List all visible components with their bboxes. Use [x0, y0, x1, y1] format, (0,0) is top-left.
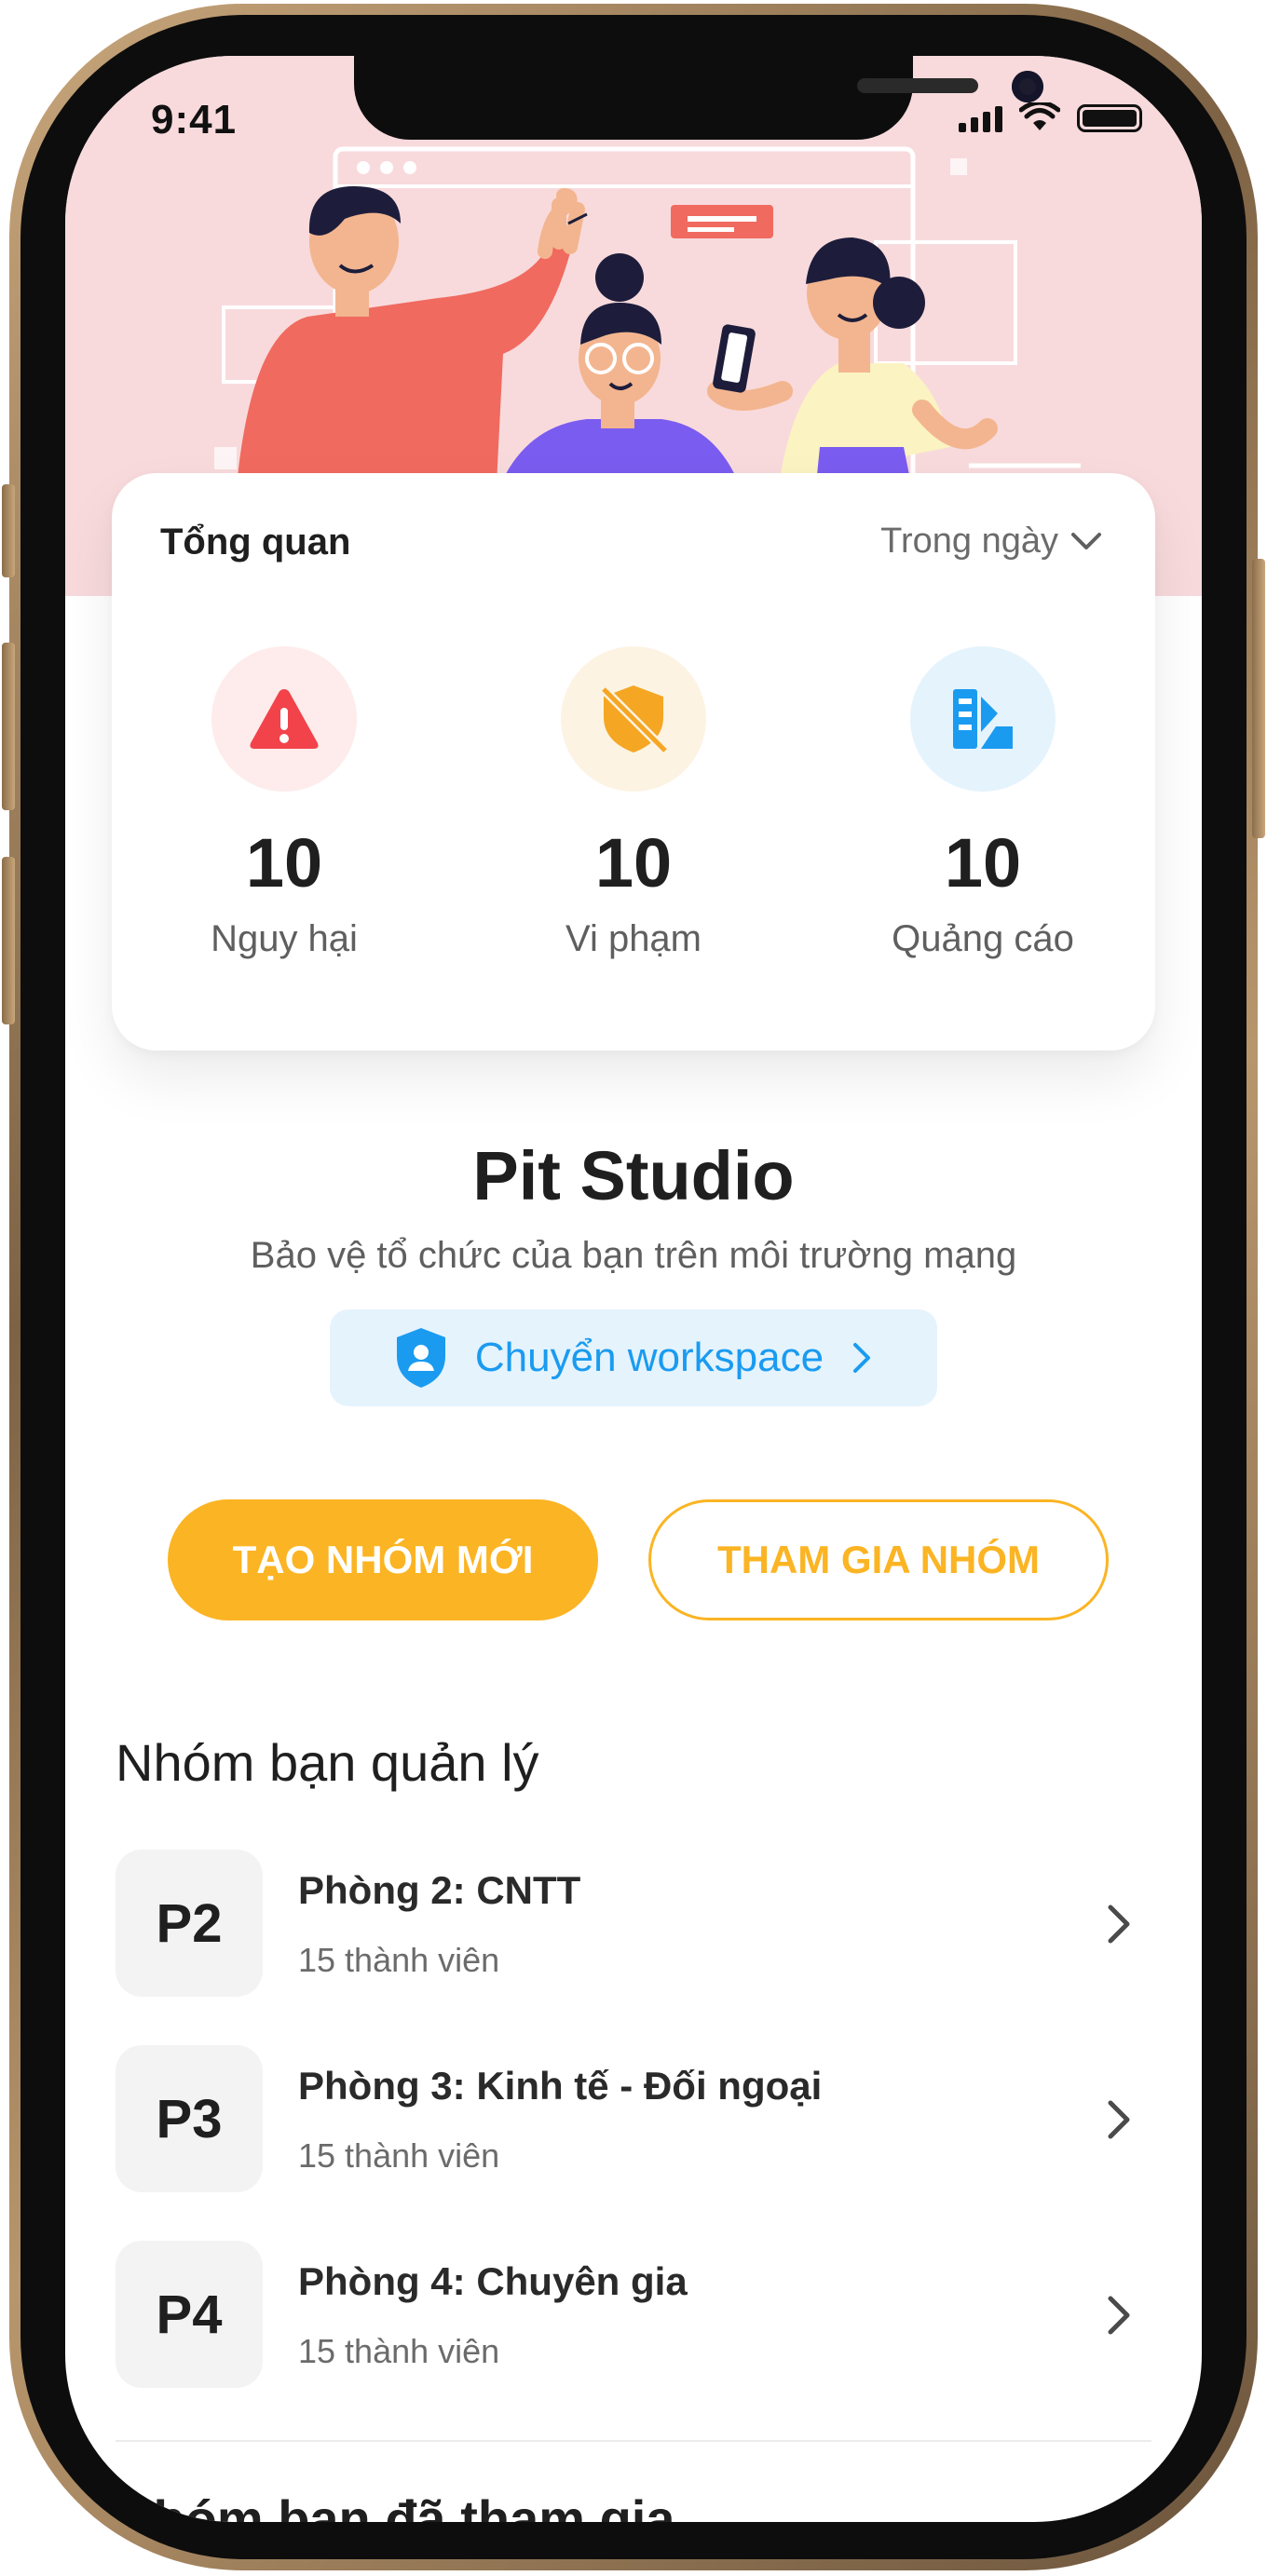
stat-icon-bg — [211, 646, 357, 792]
side-button — [2, 857, 15, 1024]
switch-workspace-button[interactable]: Chuyển workspace — [330, 1309, 937, 1406]
ads-icon — [953, 689, 1013, 749]
group-avatar: P3 — [116, 2045, 263, 2192]
wifi-icon — [1019, 102, 1060, 130]
shield-user-icon — [396, 1328, 445, 1388]
side-button — [1252, 559, 1265, 838]
chevron-right-icon — [1108, 2296, 1130, 2335]
group-row[interactable]: P3 Phòng 3: Kinh tế - Đối ngoại 15 thành… — [116, 2045, 1150, 2192]
stat-ads[interactable]: 10 Quảng cáo — [829, 646, 1137, 960]
speaker-grille — [857, 78, 978, 93]
chevron-right-icon — [1108, 1905, 1130, 1944]
organization-name: Pit Studio — [472, 1137, 795, 1214]
device-notch — [354, 56, 1043, 140]
side-button — [2, 484, 15, 577]
battery-icon — [1077, 104, 1142, 132]
overview-card: Tổng quan Trong ngày 10 Nguy hại 10 Vi p… — [112, 473, 1155, 1051]
stat-value: 10 — [944, 824, 1022, 902]
cellular-signal-icon — [959, 106, 1002, 132]
side-button — [2, 643, 15, 810]
stat-harmful[interactable]: 10 Nguy hại — [130, 646, 438, 960]
overview-title: Tổng quan — [160, 522, 351, 563]
group-member-count: 15 thành viên — [298, 1941, 500, 1979]
app-screen: 9:41 Tổng quan Trong ngày 10 Nguy hại 10… — [65, 56, 1202, 2522]
stat-icon-bg — [910, 646, 1056, 792]
stat-label: Quảng cáo — [892, 918, 1074, 959]
group-avatar: P4 — [116, 2241, 263, 2388]
stat-violation[interactable]: 10 Vi phạm — [480, 646, 787, 960]
stat-value: 10 — [594, 824, 673, 902]
group-name: Phòng 2: CNTT — [298, 1868, 581, 1912]
group-name: Phòng 3: Kinh tế - Đối ngoại — [298, 2064, 823, 2108]
stat-icon-bg — [561, 646, 706, 792]
status-time: 9:41 — [151, 97, 238, 142]
period-label: Trong ngày — [880, 522, 1058, 561]
stat-value: 10 — [245, 824, 323, 902]
period-dropdown[interactable]: Trong ngày — [880, 522, 1103, 562]
group-avatar: P2 — [116, 1850, 263, 1997]
front-camera — [1012, 71, 1043, 102]
chevron-right-icon — [1108, 2100, 1130, 2139]
organization-tagline: Bảo vệ tổ chức của bạn trên môi trường m… — [250, 1235, 1017, 1276]
shield-off-icon — [600, 685, 669, 754]
group-member-count: 15 thành viên — [298, 2136, 500, 2175]
status-icons — [959, 102, 1142, 132]
group-member-count: 15 thành viên — [298, 2332, 500, 2370]
switch-workspace-label: Chuyển workspace — [474, 1335, 824, 1380]
create-group-button[interactable]: TẠO NHÓM MỚI — [168, 1499, 598, 1620]
chevron-right-icon — [853, 1343, 871, 1373]
managed-groups-title: Nhóm bạn quản lý — [116, 1733, 539, 1792]
join-group-button[interactable]: THAM GIA NHÓM — [648, 1499, 1109, 1620]
alert-triangle-icon — [250, 689, 319, 749]
stat-label: Nguy hại — [211, 918, 358, 959]
group-row[interactable]: P4 Phòng 4: Chuyên gia 15 thành viên — [116, 2241, 1150, 2388]
group-name: Phòng 4: Chuyên gia — [298, 2259, 688, 2303]
joined-groups-title: Nhóm bạn đã tham gia — [116, 2489, 675, 2522]
stat-label: Vi phạm — [565, 918, 702, 959]
group-row[interactable]: P2 Phòng 2: CNTT 15 thành viên — [116, 1850, 1150, 1997]
chevron-down-icon — [1071, 532, 1101, 549]
section-divider — [116, 2440, 1151, 2442]
